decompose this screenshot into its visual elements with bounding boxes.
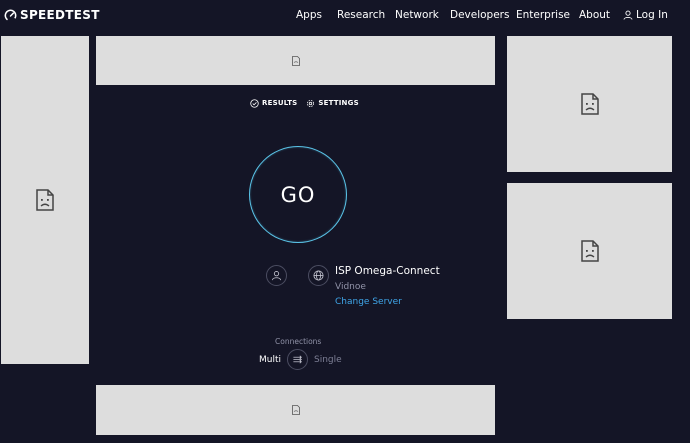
top-navigation-bar: SPEEDTEST Apps Research Network Develope… bbox=[0, 0, 690, 30]
settings-tab[interactable]: SETTINGS bbox=[306, 97, 359, 109]
nav-apps[interactable]: Apps bbox=[296, 9, 322, 21]
ad-right-top[interactable] bbox=[507, 36, 672, 172]
check-circle-icon bbox=[250, 98, 259, 108]
gear-icon bbox=[307, 99, 315, 107]
broken-image-icon bbox=[580, 240, 599, 262]
connections-single-option[interactable]: Single bbox=[314, 355, 342, 365]
broken-image-icon bbox=[36, 189, 54, 211]
login-link[interactable]: Log In bbox=[623, 9, 668, 21]
broken-image-icon bbox=[580, 93, 599, 115]
broken-image-icon bbox=[291, 405, 300, 415]
change-server-link[interactable]: Change Server bbox=[335, 297, 402, 307]
arrows-exchange-icon bbox=[293, 355, 302, 364]
ad-top-banner[interactable] bbox=[96, 36, 495, 85]
connections-toggle[interactable] bbox=[287, 349, 308, 370]
nav-about[interactable]: About bbox=[579, 9, 610, 21]
server-location: Vidnoe bbox=[335, 282, 366, 292]
connections-multi-option[interactable]: Multi bbox=[259, 355, 281, 365]
results-label: RESULTS bbox=[262, 99, 298, 107]
user-icon bbox=[623, 10, 633, 20]
isp-name: ISP Omega-Connect bbox=[335, 265, 440, 277]
login-label: Log In bbox=[636, 9, 668, 21]
ad-left-skyscraper[interactable] bbox=[1, 36, 89, 364]
speedometer-logo-icon bbox=[4, 9, 17, 21]
nav-developers[interactable]: Developers bbox=[450, 9, 509, 21]
server-globe-button[interactable] bbox=[308, 265, 329, 286]
user-icon bbox=[272, 271, 281, 281]
nav-research[interactable]: Research bbox=[337, 9, 385, 21]
settings-label: SETTINGS bbox=[318, 99, 359, 107]
go-button[interactable]: GO bbox=[249, 146, 347, 243]
ad-bottom-banner[interactable] bbox=[96, 385, 495, 435]
user-account-button[interactable] bbox=[266, 265, 287, 286]
nav-enterprise[interactable]: Enterprise bbox=[516, 9, 570, 21]
speedtest-logo[interactable]: SPEEDTEST bbox=[4, 7, 100, 23]
globe-icon bbox=[313, 270, 324, 281]
logo-text: SPEEDTEST bbox=[20, 8, 100, 22]
broken-image-icon bbox=[291, 55, 300, 66]
results-tab[interactable]: RESULTS bbox=[250, 97, 297, 109]
results-settings-tabs: RESULTS SETTINGS bbox=[250, 97, 359, 109]
nav-network[interactable]: Network bbox=[395, 9, 439, 21]
ad-right-bottom[interactable] bbox=[507, 183, 672, 319]
connections-label: Connections bbox=[275, 337, 322, 346]
